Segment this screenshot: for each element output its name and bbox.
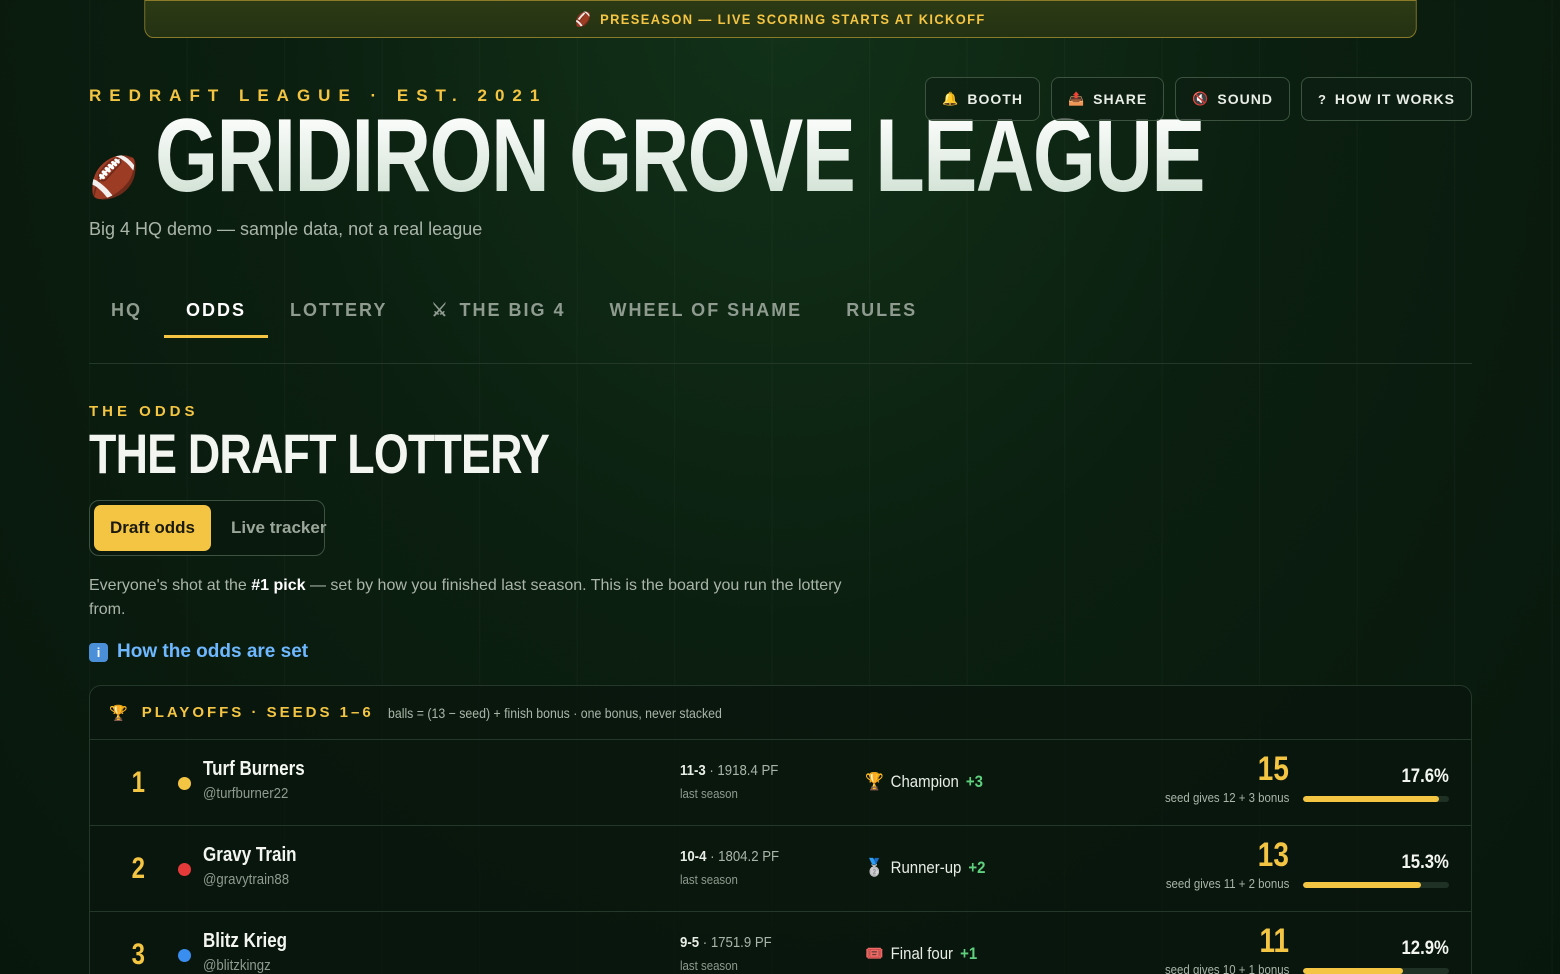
sound-button[interactable]: 🔇 SOUND (1175, 77, 1290, 121)
crossed-swords-icon: ⚔ (431, 299, 450, 320)
share-button[interactable]: 📤 SHARE (1050, 77, 1165, 121)
speaker-muted-icon: 🔇 (1192, 91, 1210, 106)
ball-breakdown: seed gives 10 + 1 bonus (1164, 962, 1289, 974)
banner-text: PRESEASON — LIVE SCORING STARTS AT KICKO… (600, 11, 986, 27)
finish-result: 🏆 Champion +3 (865, 772, 983, 791)
section-title: THE DRAFT LOTTERY (89, 422, 550, 485)
share-tray-icon: 📤 (1067, 91, 1086, 106)
team-row[interactable]: 3 Blitz Krieg @blitzkingz 9-5 · 1751.9 P… (90, 912, 1471, 974)
odds-bar-fill (1303, 968, 1403, 974)
view-toggle: Draft odds Live tracker (89, 500, 326, 556)
trophy-icon: 🏆 (865, 772, 884, 791)
finish-result: 🎟️ Final four +1 (865, 944, 978, 963)
tab-the-big-4[interactable]: ⚔ THE BIG 4 (409, 282, 587, 338)
team-name: Gravy Train (203, 844, 297, 866)
ball-count: 11 (1259, 922, 1289, 960)
team-color-dot (178, 949, 191, 962)
playoffs-panel: 🏆 PLAYOFFS · SEEDS 1–6 balls = (13 − see… (89, 685, 1472, 974)
tab-wheel-of-shame[interactable]: WHEEL OF SHAME (588, 282, 825, 338)
odds-percent: 17.6% (1401, 766, 1449, 787)
page-subtitle: Big 4 HQ demo — sample data, not a real … (89, 219, 483, 239)
ball-count: 13 (1257, 836, 1289, 874)
football-icon: 🏈 (89, 156, 139, 200)
tab-hq[interactable]: HQ (89, 282, 164, 338)
panel-note: balls = (13 − seed) + finish bonus · one… (387, 704, 722, 721)
main-nav: HQ ODDS LOTTERY ⚔ THE BIG 4 WHEEL OF SHA… (89, 282, 1472, 364)
question-icon: ? (1317, 91, 1327, 107)
panel-title: PLAYOFFS · SEEDS 1–6 (141, 704, 374, 721)
ball-count: 15 (1257, 750, 1289, 788)
team-color-dot (178, 777, 191, 790)
info-icon: i (89, 642, 108, 662)
preseason-banner: 🏈 PRESEASON — LIVE SCORING STARTS AT KIC… (144, 0, 1417, 38)
odds-bar (1303, 968, 1449, 974)
ball-breakdown: seed gives 12 + 3 bonus (1164, 790, 1289, 805)
draft-odds-toggle[interactable]: Draft odds (94, 505, 211, 551)
booth-label: BOOTH (967, 91, 1023, 107)
live-tracker-toggle[interactable]: Live tracker (215, 505, 342, 551)
odds-bar-fill (1303, 796, 1439, 802)
tab-odds[interactable]: ODDS (164, 282, 269, 338)
medal-icon: 🥈 (865, 858, 884, 877)
tab-lottery[interactable]: LOTTERY (268, 282, 409, 338)
team-name: Blitz Krieg (203, 930, 288, 952)
share-label: SHARE (1093, 91, 1148, 107)
seed-number: 3 (131, 938, 146, 971)
team-color-dot (178, 863, 191, 876)
finish-bonus: +3 (965, 772, 983, 791)
record-caption: last season (680, 786, 738, 801)
record-caption: last season (680, 958, 738, 973)
panel-header: 🏆 PLAYOFFS · SEEDS 1–6 balls = (13 − see… (90, 686, 1471, 740)
page-title: GRIDIRON GROVE LEAGUE (154, 98, 1206, 214)
odds-bar (1303, 882, 1449, 888)
ticket-icon: 🎟️ (865, 944, 884, 963)
record-caption: last season (680, 872, 738, 887)
seed-number: 2 (131, 852, 146, 885)
how-odds-link[interactable]: i How the odds are set (89, 641, 308, 663)
bell-icon: 🔔 (942, 91, 960, 106)
team-record: 9-5 · 1751.9 PF (680, 934, 772, 951)
sound-label: SOUND (1217, 91, 1273, 107)
football-icon: 🏈 (575, 10, 593, 27)
team-record: 10-4 · 1804.2 PF (680, 848, 780, 865)
tab-rules[interactable]: RULES (824, 282, 939, 338)
header-toolbar: 🔔 BOOTH 📤 SHARE 🔇 SOUND ? HOW IT WORKS (925, 77, 1472, 121)
booth-button[interactable]: 🔔 BOOTH (925, 77, 1040, 121)
trophy-icon: 🏆 (109, 704, 128, 722)
finish-bonus: +1 (960, 944, 978, 963)
team-row[interactable]: 2 Gravy Train @gravytrain88 10-4 · 1804.… (90, 826, 1471, 912)
team-handle: @turfburner22 (203, 785, 289, 802)
title-row: 🏈 GRIDIRON GROVE LEAGUE (89, 98, 1500, 214)
team-record: 11-3 · 1918.4 PF (680, 762, 779, 779)
seed-number: 1 (131, 766, 146, 799)
team-name: Turf Burners (203, 758, 305, 780)
odds-bar-fill (1303, 882, 1422, 888)
finish-bonus: +2 (968, 858, 986, 877)
section-eyebrow: THE ODDS (89, 403, 199, 420)
odds-bar (1303, 796, 1449, 802)
odds-percent: 12.9% (1401, 938, 1449, 959)
how-it-works-button[interactable]: ? HOW IT WORKS (1300, 77, 1472, 121)
team-handle: @gravytrain88 (203, 871, 290, 888)
finish-result: 🥈 Runner-up +2 (865, 858, 986, 877)
team-handle: @blitzkingz (203, 957, 271, 974)
ball-breakdown: seed gives 11 + 2 bonus (1165, 876, 1289, 891)
team-row[interactable]: 1 Turf Burners @turfburner22 11-3 · 1918… (90, 740, 1471, 826)
odds-percent: 15.3% (1401, 852, 1449, 873)
section-description: Everyone's shot at the #1 pick — set by … (89, 577, 842, 618)
how-it-works-label: HOW IT WORKS (1334, 91, 1455, 107)
